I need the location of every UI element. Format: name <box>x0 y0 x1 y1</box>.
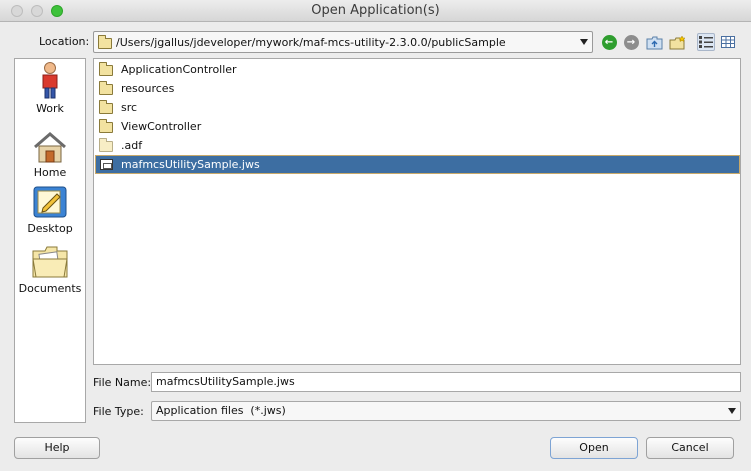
folder-up-icon <box>646 36 662 49</box>
cancel-button[interactable]: Cancel <box>646 437 734 459</box>
list-item[interactable]: src <box>95 98 740 117</box>
folder-icon <box>98 35 112 49</box>
chevron-down-icon[interactable] <box>580 39 588 45</box>
up-folder-button[interactable] <box>645 33 663 51</box>
desktop-icon <box>33 186 67 218</box>
folder-icon <box>99 100 113 114</box>
forward-button[interactable]: → <box>622 33 640 51</box>
location-combo[interactable]: /Users/jgallus/jdeveloper/mywork/maf-mcs… <box>93 31 593 53</box>
location-label: Location: <box>39 35 90 48</box>
list-item[interactable]: ApplicationController <box>95 60 740 79</box>
title-bar: Open Application(s) <box>0 0 751 22</box>
folder-icon <box>99 119 113 133</box>
list-item-name: src <box>121 101 138 114</box>
sidebar-item-label: Work <box>36 102 64 115</box>
list-item-name: ViewController <box>121 120 202 133</box>
help-button[interactable]: Help <box>14 437 100 459</box>
details-view-icon <box>721 36 735 48</box>
list-item-name: mafmcsUtilitySample.jws <box>121 158 260 171</box>
open-button[interactable]: Open <box>550 437 638 459</box>
list-item[interactable]: ViewController <box>95 117 740 136</box>
sidebar-item-label: Desktop <box>27 222 73 235</box>
house-icon <box>34 132 66 163</box>
chevron-down-icon <box>728 408 736 414</box>
location-path: /Users/jgallus/jdeveloper/mywork/maf-mcs… <box>116 36 506 49</box>
sidebar-item-documents[interactable]: Documents <box>15 243 85 295</box>
list-item-name: .adf <box>121 139 143 152</box>
back-button[interactable]: ← <box>600 33 618 51</box>
sidebar-item-label: Home <box>33 166 67 179</box>
new-folder-icon <box>669 34 686 49</box>
list-item-selected[interactable]: mafmcsUtilitySample.jws <box>95 155 740 174</box>
file-name-field[interactable]: mafmcsUtilitySample.jws <box>151 372 741 392</box>
new-folder-button[interactable] <box>668 33 686 51</box>
places-sidebar: Work Home Desktop Documents <box>14 58 86 423</box>
file-name-label: File Name: <box>93 376 152 389</box>
folder-icon <box>99 62 113 76</box>
file-list[interactable]: ApplicationController resources src View… <box>93 58 741 365</box>
documents-folder-icon <box>32 246 68 278</box>
sidebar-item-work[interactable]: Work <box>15 61 85 115</box>
list-item-name: resources <box>121 82 175 95</box>
back-arrow-icon: ← <box>601 34 617 50</box>
sidebar-item-home[interactable]: Home <box>15 131 85 179</box>
details-view-button[interactable] <box>719 33 737 51</box>
list-item-name: ApplicationController <box>121 63 237 76</box>
file-type-label: File Type: <box>93 405 144 418</box>
person-icon <box>42 62 58 99</box>
file-type-select[interactable]: Application files (*.jws) <box>151 401 741 421</box>
window-title: Open Application(s) <box>311 3 440 18</box>
folder-icon <box>99 138 113 152</box>
list-view-icon <box>699 36 713 48</box>
folder-icon <box>99 81 113 95</box>
workspace-file-icon <box>100 159 113 170</box>
sidebar-item-desktop[interactable]: Desktop <box>15 185 85 235</box>
forward-arrow-icon: → <box>623 34 639 50</box>
list-item[interactable]: .adf <box>95 136 740 155</box>
sidebar-item-label: Documents <box>18 282 82 295</box>
list-item[interactable]: resources <box>95 79 740 98</box>
list-view-button[interactable] <box>697 33 715 51</box>
file-type-value: Application files (*.jws) <box>156 404 286 417</box>
